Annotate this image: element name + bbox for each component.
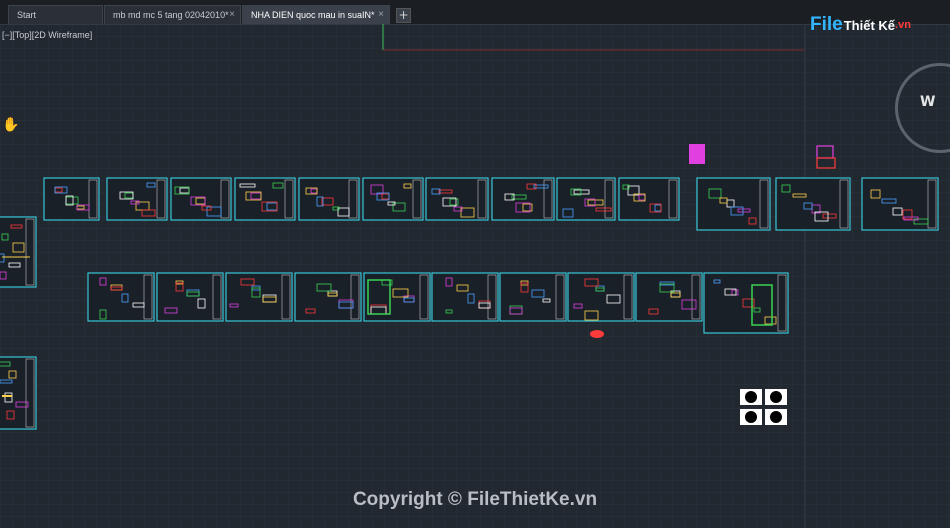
brand-part-3: .vn (895, 19, 911, 31)
brand-part-2: Thiết Kế (843, 17, 896, 33)
document-tab-bar: Start mb md mc 5 tang 02042010* × NHA DI… (0, 0, 950, 25)
drawing-sheet (170, 177, 232, 221)
brand-part-1: File (810, 14, 843, 35)
drawing-sheet (362, 177, 424, 221)
viewport-controls-label[interactable]: [−][Top][2D Wireframe] (2, 30, 92, 40)
model-space-canvas[interactable] (0, 24, 950, 528)
tab-label: Start (17, 10, 37, 20)
drawing-sheet (696, 177, 771, 231)
tab-label: mb md mc 5 tang 02042010* (113, 10, 229, 20)
drawing-sheet (43, 177, 100, 221)
block-red-shape (590, 330, 604, 338)
close-icon[interactable]: × (378, 9, 384, 20)
block-magenta (689, 144, 705, 164)
new-tab-button[interactable]: + (396, 8, 411, 23)
close-icon[interactable]: × (229, 9, 235, 20)
tab-start[interactable]: Start (8, 5, 103, 24)
drawing-sheet (106, 177, 168, 221)
hatch-fill (770, 391, 782, 403)
copyright-watermark: Copyright © FileThietKe.vn (352, 489, 598, 510)
drawing-sheet (618, 177, 680, 221)
tab-nha-dien[interactable]: NHA DIEN quoc mau in suaIN* × (242, 5, 390, 24)
drawing-sheet (298, 177, 360, 221)
tab-mb-md-mc[interactable]: mb md mc 5 tang 02042010* × (104, 5, 241, 24)
hatch-fill (770, 411, 782, 423)
brand-logo: File Thiết Kế .vn (810, 12, 911, 38)
compass-west-label: W (920, 94, 936, 110)
drawing-sheet (775, 177, 851, 231)
tab-label: NHA DIEN quoc mau in suaIN* (251, 10, 375, 20)
pan-hand-icon: ✋ (2, 117, 20, 133)
hatch-fill (745, 411, 757, 423)
hatch-fill (745, 391, 757, 403)
drawing-sheet (861, 177, 939, 231)
